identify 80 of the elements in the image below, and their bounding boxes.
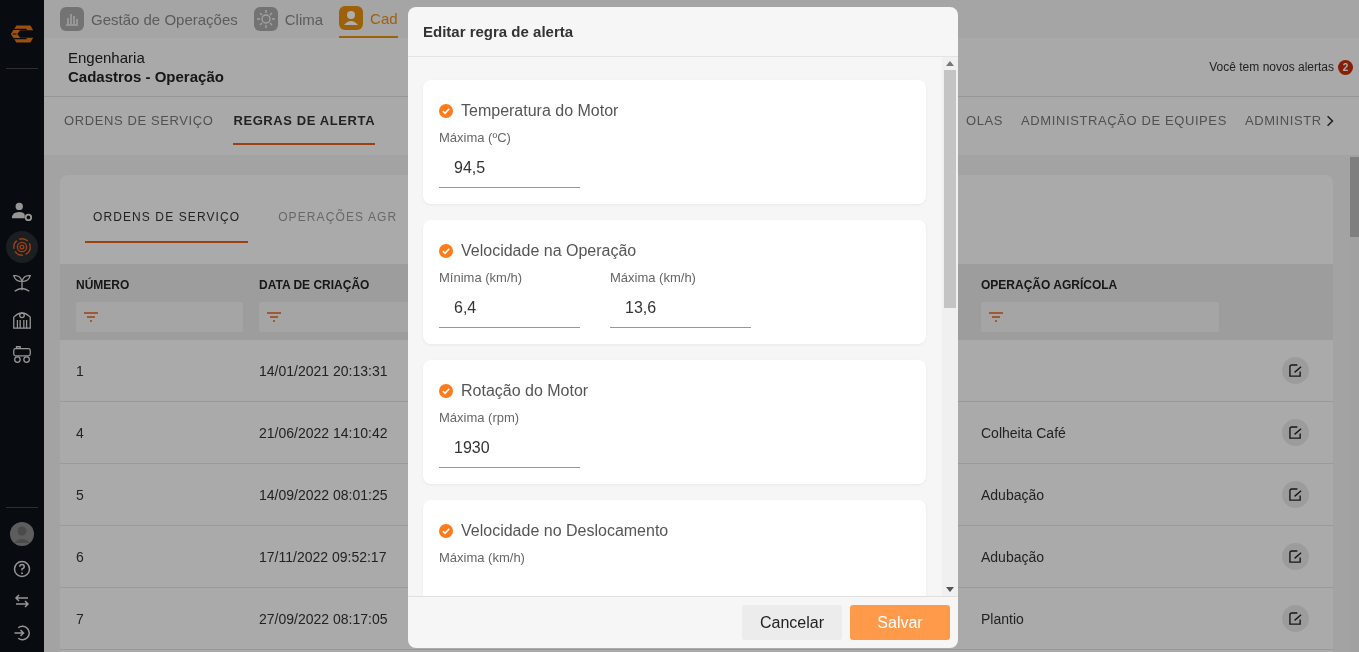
nav-tab[interactable]: ORDENS DE SERVIÇO [64, 97, 214, 145]
checkbox[interactable] [439, 104, 453, 118]
tractor-icon [11, 344, 33, 366]
rule-title: Velocidade no Deslocamento [461, 522, 669, 540]
column-header: OPERAÇÃO AGRÍCOLA [981, 278, 1118, 292]
input-field[interactable]: 13,6 [610, 287, 751, 328]
field-label: Máxima (rpm) [439, 410, 521, 425]
edit-button[interactable] [1282, 357, 1309, 384]
column-header: NÚMERO [76, 278, 130, 292]
alerts-link[interactable]: Você tem novos alertas [1209, 60, 1334, 74]
nav-tab[interactable]: ADMINISTR [1244, 97, 1322, 145]
table-cell: 14/09/2022 08:01:25 [259, 486, 388, 503]
cancel-button[interactable]: Cancelar [742, 605, 842, 640]
table-cell: 1 [76, 362, 84, 379]
table-cell: 4 [76, 424, 84, 441]
input-field[interactable]: 6,4 [439, 287, 580, 328]
table-cell: 5 [76, 486, 84, 503]
field-label: Máxima (km/h) [610, 270, 697, 285]
help-icon[interactable] [13, 560, 31, 578]
edit-button[interactable] [1282, 543, 1309, 570]
nav-tab[interactable]: OLAS [966, 97, 1004, 145]
table-cell: Plantio [981, 610, 1024, 627]
page-title: Cadastros - Operação [68, 68, 224, 85]
scroll-down-icon [946, 587, 954, 592]
table-cell: 7 [76, 610, 84, 627]
avatar-icon[interactable] [10, 522, 34, 546]
rule-title: Rotação do Motor [461, 382, 589, 400]
nav-tab[interactable]: ADMINISTRAÇÃO DE EQUIPES [1021, 97, 1227, 145]
field-label: Máxima (ºC) [439, 130, 512, 145]
filter-icon [989, 312, 1003, 322]
edit-icon [1289, 550, 1302, 563]
edit-button[interactable] [1282, 605, 1309, 632]
table-cell: Adubação [981, 548, 1045, 565]
table-cell: Colheita Café [981, 424, 1066, 441]
table-cell: 6 [76, 548, 84, 565]
dialog-scrollbar[interactable] [942, 57, 958, 596]
dialog-title: Editar regra de alerta [423, 23, 574, 40]
checkbox[interactable] [439, 244, 453, 258]
swap-arrows-icon[interactable] [13, 592, 31, 610]
edit-button[interactable] [1282, 481, 1309, 508]
input-field[interactable]: 94,5 [439, 147, 580, 188]
input-field[interactable]: 1930 [439, 427, 580, 468]
edit-icon [1289, 426, 1302, 439]
scroll-up-icon [946, 61, 954, 66]
app-tab[interactable]: Clima [253, 0, 324, 38]
alerts-count-badge: 2 [1338, 59, 1353, 75]
edit-icon [1289, 612, 1302, 625]
logout-icon[interactable] [13, 624, 31, 642]
user-settings-icon [11, 200, 33, 222]
app-tab[interactable]: Gestão de Operações [60, 0, 238, 38]
rule-title: Velocidade na Operação [461, 242, 637, 260]
save-button[interactable]: Salvar [850, 605, 950, 640]
table-cell: Adubação [981, 486, 1045, 503]
checkbox[interactable] [439, 384, 453, 398]
filter-field[interactable] [981, 302, 1219, 332]
table-cell: 14/01/2021 20:13:31 [259, 362, 388, 379]
filter-icon [267, 312, 281, 322]
field-label: Mínima (km/h) [439, 270, 524, 285]
edit-icon [1289, 364, 1302, 377]
field-label: Máxima (km/h) [439, 550, 525, 565]
edit-button[interactable] [1282, 419, 1309, 446]
plant-icon [11, 272, 33, 294]
section-label: Engenharia [68, 49, 146, 66]
rule-title: Temperatura do Motor [461, 102, 619, 120]
column-header: DATA DE CRIAÇÃO [259, 278, 370, 292]
chart-icon [60, 7, 84, 31]
filter-icon [84, 312, 98, 322]
edit-icon [1289, 488, 1302, 501]
sidebar-item[interactable] [6, 231, 38, 263]
user-icon [339, 6, 364, 30]
nav-tab[interactable]: REGRAS DE ALERTA [233, 97, 376, 145]
chevron-right-icon[interactable] [1325, 114, 1334, 128]
checkbox[interactable] [439, 524, 453, 538]
filter-field[interactable] [76, 302, 243, 332]
content-tab[interactable]: ORDENS DE SERVIÇO [85, 193, 249, 243]
table-cell: 17/11/2022 09:52:17 [259, 548, 387, 565]
table-cell: 27/09/2022 08:17:05 [259, 610, 388, 627]
content-tab[interactable]: OPERAÇÕES AGR [270, 193, 406, 243]
sun-icon [253, 7, 278, 31]
table-cell: 21/06/2022 14:10:42 [259, 424, 388, 441]
